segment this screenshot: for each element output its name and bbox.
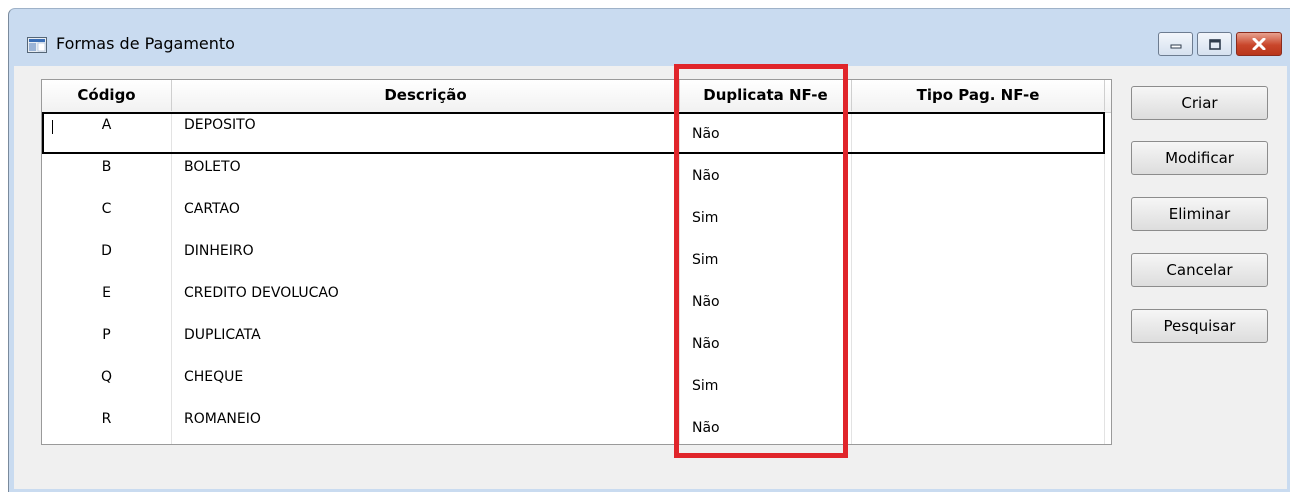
cell-tipo-pag[interactable]: [852, 112, 1105, 154]
cell-codigo[interactable]: P: [42, 322, 172, 364]
maximize-button[interactable]: [1197, 32, 1232, 56]
payment-forms-window: Formas de Pagamento Código Descrição Dup…: [8, 8, 1290, 492]
caption-buttons: [1154, 32, 1282, 58]
cell-tipo-pag[interactable]: [852, 364, 1105, 406]
cell-duplicata[interactable]: Não: [680, 406, 852, 444]
cell-duplicata[interactable]: Sim: [680, 364, 852, 406]
cell-tipo-pag[interactable]: [852, 154, 1105, 196]
payment-forms-table[interactable]: Código Descrição Duplicata NF-e Tipo Pag…: [41, 79, 1112, 445]
cancelar-button[interactable]: Cancelar: [1131, 253, 1268, 287]
cell-tipo-pag[interactable]: [852, 238, 1105, 280]
table-row[interactable]: E CREDITO DEVOLUCAO Não: [42, 280, 1111, 322]
cell-descricao[interactable]: DUPLICATA: [172, 322, 680, 364]
cell-descricao[interactable]: DINHEIRO: [172, 238, 680, 280]
table-row[interactable]: P DUPLICATA Não: [42, 322, 1111, 364]
cell-tipo-pag[interactable]: [852, 322, 1105, 364]
cell-duplicata[interactable]: Não: [680, 280, 852, 322]
maximize-icon: [1208, 38, 1221, 50]
column-header-tipo-pag-nfe[interactable]: Tipo Pag. NF-e: [852, 80, 1105, 111]
table-row[interactable]: D DINHEIRO Sim: [42, 238, 1111, 280]
cell-tipo-pag[interactable]: [852, 406, 1105, 444]
cell-codigo[interactable]: R: [42, 406, 172, 444]
table-row[interactable]: A DEPOSITO Não: [42, 112, 1111, 154]
cell-duplicata[interactable]: Sim: [680, 238, 852, 280]
pesquisar-button[interactable]: Pesquisar: [1131, 309, 1268, 343]
cell-codigo[interactable]: Q: [42, 364, 172, 406]
cell-descricao[interactable]: ROMANEIO: [172, 406, 680, 444]
close-icon: [1252, 38, 1266, 50]
table-header: Código Descrição Duplicata NF-e Tipo Pag…: [42, 80, 1111, 113]
column-header-duplicata-nfe[interactable]: Duplicata NF-e: [680, 80, 852, 111]
column-header-descricao[interactable]: Descrição: [172, 80, 680, 111]
eliminar-button[interactable]: Eliminar: [1131, 197, 1268, 231]
text-cursor: [52, 120, 53, 134]
cell-codigo[interactable]: E: [42, 280, 172, 322]
cell-descricao[interactable]: DEPOSITO: [172, 112, 680, 154]
minimize-icon: [1170, 44, 1181, 49]
cell-tipo-pag[interactable]: [852, 280, 1105, 322]
window-app-icon: [27, 37, 47, 53]
table-row[interactable]: B BOLETO Não: [42, 154, 1111, 196]
table-row[interactable]: Q CHEQUE Sim: [42, 364, 1111, 406]
cell-codigo[interactable]: C: [42, 196, 172, 238]
window-title: Formas de Pagamento: [56, 34, 235, 53]
table-row[interactable]: R ROMANEIO Não: [42, 406, 1111, 444]
cell-codigo[interactable]: B: [42, 154, 172, 196]
cell-tipo-pag[interactable]: [852, 196, 1105, 238]
cell-descricao[interactable]: CARTAO: [172, 196, 680, 238]
cell-duplicata[interactable]: Não: [680, 112, 852, 154]
column-header-codigo[interactable]: Código: [42, 80, 172, 111]
modificar-button[interactable]: Modificar: [1131, 141, 1268, 175]
cell-descricao[interactable]: BOLETO: [172, 154, 680, 196]
cell-codigo[interactable]: D: [42, 238, 172, 280]
cell-duplicata[interactable]: Não: [680, 322, 852, 364]
table-row[interactable]: C CARTAO Sim: [42, 196, 1111, 238]
dialog-client-area: Código Descrição Duplicata NF-e Tipo Pag…: [14, 66, 1287, 489]
cell-duplicata[interactable]: Não: [680, 154, 852, 196]
close-button[interactable]: [1236, 32, 1282, 56]
cell-descricao[interactable]: CHEQUE: [172, 364, 680, 406]
criar-button[interactable]: Criar: [1131, 86, 1268, 120]
title-bar[interactable]: Formas de Pagamento: [9, 9, 1290, 73]
cell-codigo[interactable]: A: [42, 112, 172, 154]
cell-duplicata[interactable]: Sim: [680, 196, 852, 238]
cell-descricao[interactable]: CREDITO DEVOLUCAO: [172, 280, 680, 322]
minimize-button[interactable]: [1158, 32, 1193, 56]
